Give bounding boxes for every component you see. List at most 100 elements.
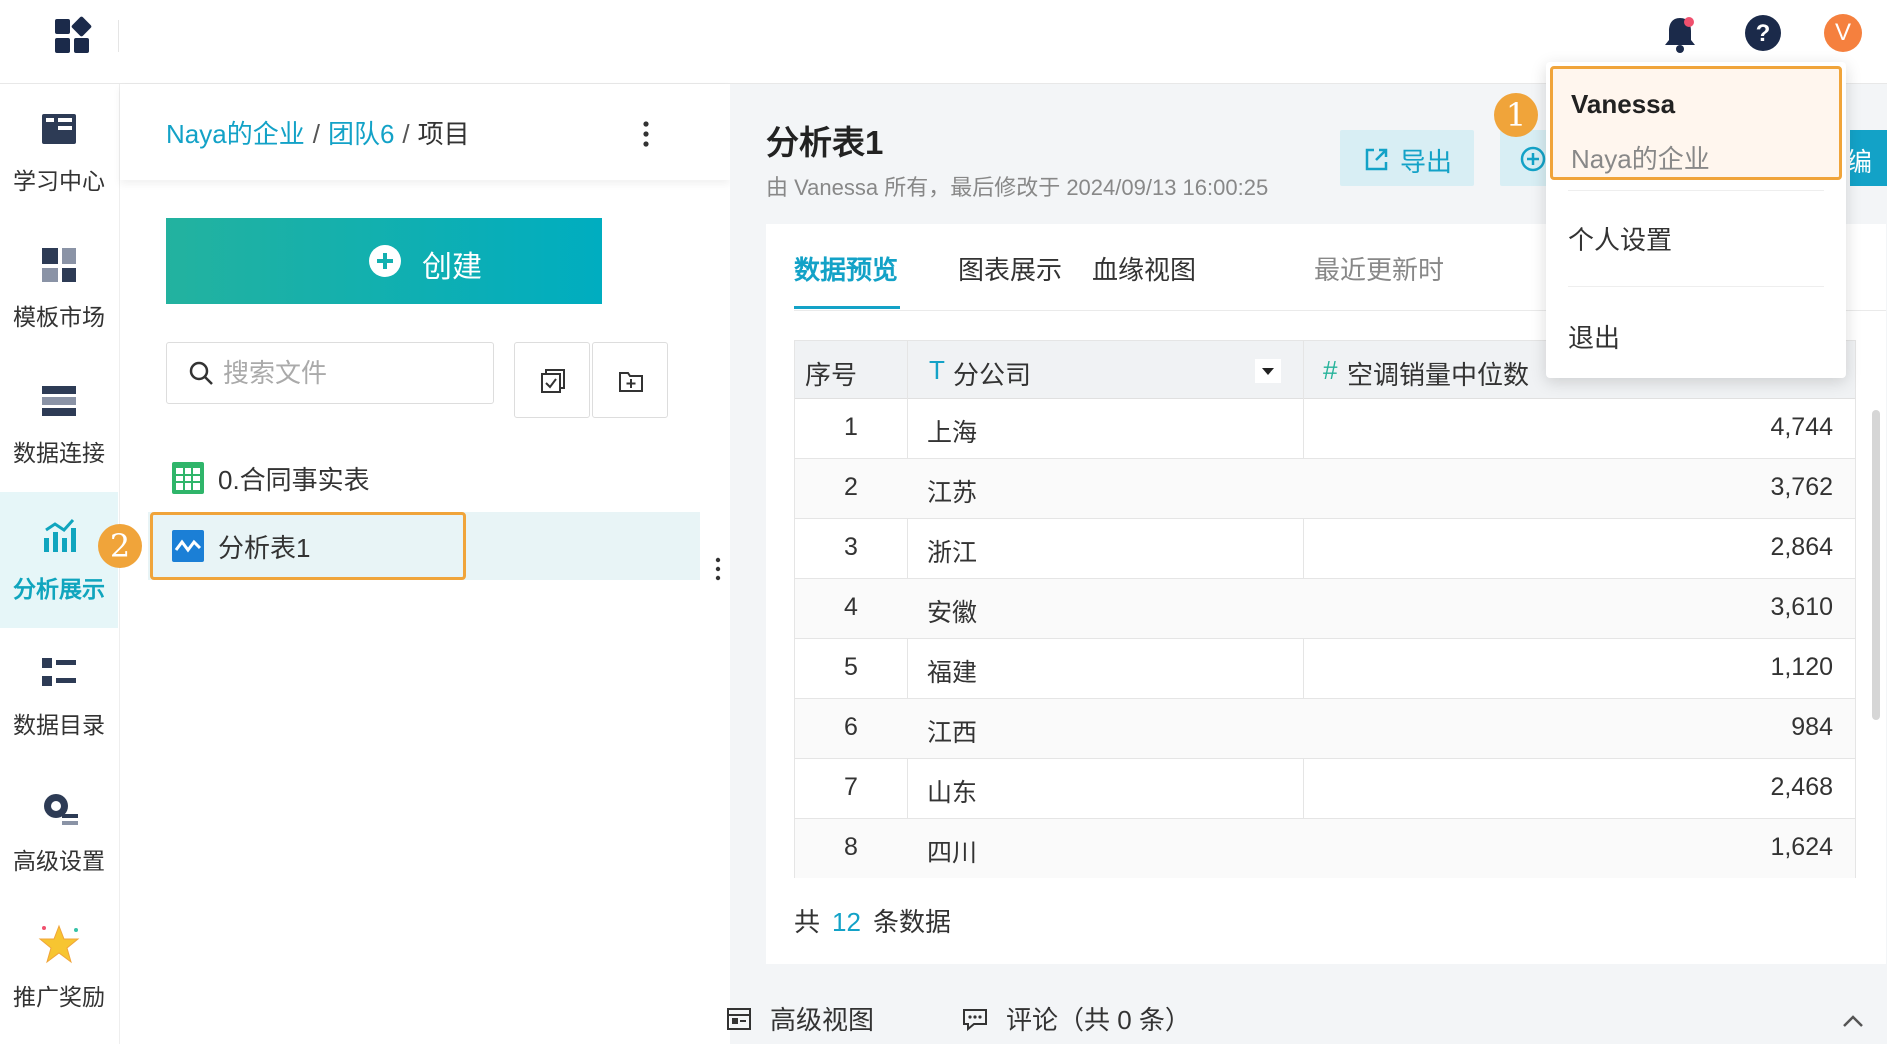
tab-lineage[interactable]: 血缘视图 xyxy=(1092,250,1196,287)
table-row: 2 江苏 3,762 xyxy=(795,459,1855,519)
export-label: 导出 xyxy=(1400,147,1453,177)
rail-label: 学习中心 xyxy=(13,168,105,194)
file-item[interactable]: 0.合同事实表 xyxy=(148,444,700,512)
header-value-label: 空调销量中位数 xyxy=(1347,360,1530,390)
menu-item-logout[interactable]: 退出 xyxy=(1568,318,1620,355)
advanced-view-button[interactable]: 高级视图 xyxy=(726,1000,876,1040)
header-index-label: 序号 xyxy=(805,360,858,390)
svg-text:?: ? xyxy=(1756,20,1771,47)
table-icon xyxy=(172,462,204,494)
active-tab-indicator xyxy=(794,306,900,309)
rail-item-template[interactable]: 模板市场 xyxy=(0,220,118,356)
user-org: Naya的企业 xyxy=(1571,144,1710,174)
header-company[interactable]: T 分公司 xyxy=(907,341,1303,399)
app-grid-icon[interactable] xyxy=(52,16,92,56)
comments-label: 评论（共 0 条） xyxy=(1006,1005,1191,1035)
template-icon xyxy=(42,248,76,282)
create-button[interactable]: 创建 xyxy=(166,218,602,304)
file-search[interactable] xyxy=(166,342,494,404)
topbar-divider xyxy=(118,20,119,52)
cell-company: 福建 xyxy=(927,659,978,687)
cell-value: 2,468 xyxy=(1770,773,1833,801)
more-vertical-icon[interactable] xyxy=(710,554,726,584)
data-connect-icon xyxy=(42,386,76,416)
rail-item-catalog[interactable]: 数据目录 xyxy=(0,628,118,764)
row-count: 共 12 条数据 xyxy=(794,902,951,939)
edit-button-label: 编 xyxy=(1850,147,1873,177)
menu-divider xyxy=(1568,190,1824,191)
export-icon xyxy=(1365,148,1388,171)
step-badge: 2 xyxy=(98,524,142,568)
sort-dropdown-icon[interactable] xyxy=(1255,359,1281,383)
cell-index: 8 xyxy=(844,833,858,861)
rail-label: 数据目录 xyxy=(13,712,105,738)
rail-label: 数据连接 xyxy=(13,440,105,466)
row-count-prefix: 共 xyxy=(794,907,821,937)
breadcrumb-sep: / xyxy=(312,119,320,149)
table-row: 5 福建 1,120 xyxy=(795,639,1855,699)
cell-value: 1,120 xyxy=(1770,653,1833,681)
table-row: 3 浙江 2,864 xyxy=(795,519,1855,579)
help-icon[interactable]: ? xyxy=(1744,14,1782,52)
cell-index: 1 xyxy=(844,413,858,441)
cell-company: 四川 xyxy=(927,839,978,867)
cell-index: 3 xyxy=(844,533,858,561)
cell-value: 984 xyxy=(1791,713,1833,741)
table-row: 1 上海 4,744 xyxy=(795,399,1855,459)
rail-item-rewards[interactable]: 推广奖励 xyxy=(0,900,118,1036)
cell-company: 浙江 xyxy=(927,539,978,567)
cell-index: 5 xyxy=(844,653,858,681)
new-folder-button[interactable] xyxy=(592,342,668,418)
rail-item-data-connect[interactable]: 数据连接 xyxy=(0,356,118,492)
settings-icon xyxy=(44,794,78,825)
create-button-label: 创建 xyxy=(422,251,482,284)
export-button[interactable]: 导出 xyxy=(1340,130,1474,186)
user-info-card: Vanessa Naya的企业 xyxy=(1550,66,1842,180)
file-panel-header: Naya的企业 / 团队6/项目 xyxy=(120,84,730,180)
plus-circle-icon xyxy=(1520,146,1546,172)
comments-button[interactable]: 评论（共 0 条） xyxy=(962,1000,1202,1040)
rail-item-learning[interactable]: 学习中心 xyxy=(0,84,118,220)
breadcrumb-sep: / xyxy=(402,119,410,149)
cell-value: 3,762 xyxy=(1770,473,1833,501)
search-icon xyxy=(189,361,213,385)
folder-add-icon xyxy=(619,372,643,392)
table-row: 8 四川 1,624 xyxy=(795,819,1855,878)
tab-chart[interactable]: 图表展示 xyxy=(958,250,1062,287)
breadcrumb-current: 项目 xyxy=(417,119,470,149)
cell-company: 山东 xyxy=(927,779,978,807)
bottom-bar: 高级视图 评论（共 0 条） xyxy=(727,996,1887,1044)
user-name: Vanessa xyxy=(1571,89,1676,119)
table-row: 6 江西 984 xyxy=(795,699,1855,759)
breadcrumb-team[interactable]: 团队6 xyxy=(328,119,394,149)
cell-company: 安徽 xyxy=(927,599,978,627)
rail-item-settings[interactable]: 高级设置 xyxy=(0,764,118,900)
rail-item-analysis[interactable]: 分析展示 xyxy=(0,492,118,628)
user-avatar[interactable]: V xyxy=(1824,14,1862,52)
breadcrumb-org[interactable]: Naya的企业 xyxy=(166,119,305,149)
cell-index: 4 xyxy=(844,593,858,621)
cell-company: 江苏 xyxy=(927,479,978,507)
step-badge: 1 xyxy=(1494,93,1538,137)
batch-select-button[interactable] xyxy=(514,342,590,418)
table-scrollbar[interactable] xyxy=(1872,410,1880,720)
bell-icon[interactable] xyxy=(1662,14,1698,54)
advanced-view-icon xyxy=(727,1008,751,1030)
tab-data-preview[interactable]: 数据预览 xyxy=(794,250,898,287)
edit-button[interactable]: 编 xyxy=(1850,130,1887,186)
advanced-view-label: 高级视图 xyxy=(770,1005,875,1035)
catalog-icon xyxy=(42,658,76,686)
more-vertical-icon[interactable] xyxy=(636,116,656,152)
page-subtitle: 由 Vanessa 所有，最后修改于 2024/09/13 16:00:25 xyxy=(766,175,1269,200)
menu-item-personal-settings[interactable]: 个人设置 xyxy=(1568,220,1672,257)
checkbox-select-icon xyxy=(541,369,565,393)
rail-label: 高级设置 xyxy=(13,848,105,874)
chevron-up-icon[interactable] xyxy=(1842,1014,1864,1028)
search-input[interactable] xyxy=(223,355,483,391)
row-count-suffix: 条数据 xyxy=(872,907,951,937)
cell-index: 7 xyxy=(844,773,858,801)
page-title: 分析表1 xyxy=(766,124,884,161)
file-panel: Naya的企业 / 团队6/项目 创建 搜索文件 0.合同事实表 分析表1 2 xyxy=(98,84,730,1044)
cell-value: 4,744 xyxy=(1770,413,1833,441)
number-type-icon: # xyxy=(1323,355,1338,385)
